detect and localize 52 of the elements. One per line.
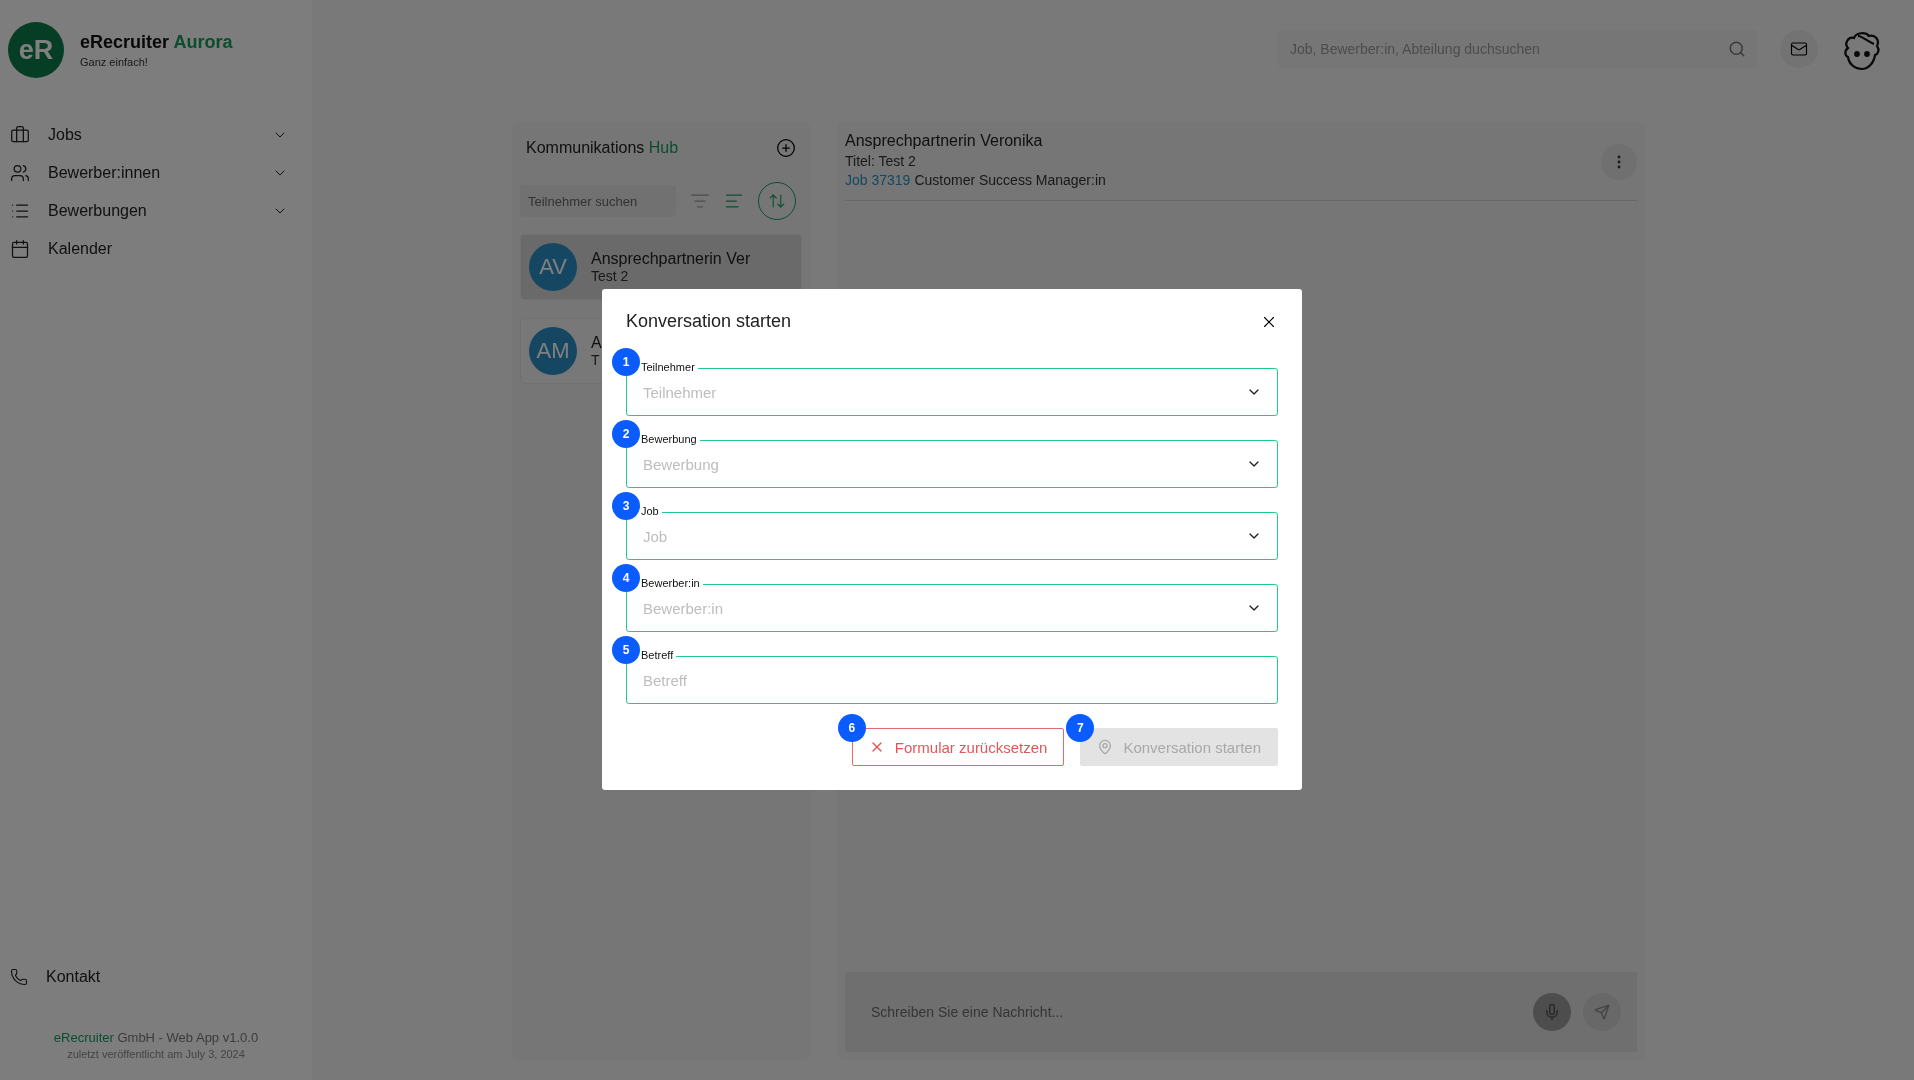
send-icon <box>1594 1004 1610 1020</box>
people-icon <box>10 163 30 183</box>
search-icon <box>1728 40 1746 58</box>
dialog-title: Konversation starten <box>626 311 792 332</box>
nav-item[interactable]: Jobs <box>0 116 312 154</box>
pin-icon <box>1097 739 1114 755</box>
logo: eR <box>8 22 64 78</box>
step-badge: 5 <box>612 636 640 664</box>
field-label: Bewerber:in <box>638 577 703 590</box>
contact-name: Ansprechpartnerin Veronika <box>845 132 1044 150</box>
conversation-subtitle: Test 2 <box>591 268 630 284</box>
send-button[interactable] <box>1583 993 1621 1031</box>
step-badge: 2 <box>612 420 640 448</box>
mail-icon <box>1790 40 1808 58</box>
chat-title: Titel: Test 2 <box>845 153 917 169</box>
message-field[interactable]: Schreiben Sie eine Nachricht... <box>869 1003 1521 1021</box>
phone-icon <box>10 968 28 986</box>
conversation-name: A <box>591 334 602 352</box>
step-badge: 7 <box>1066 714 1095 742</box>
field-label: Teilnehmer <box>638 361 698 374</box>
briefcase-icon <box>10 125 30 145</box>
microphone-button[interactable] <box>1533 993 1571 1031</box>
calendar-icon <box>10 239 30 259</box>
contact-link[interactable]: Kontakt <box>0 958 312 996</box>
plus-circle-icon <box>776 138 796 158</box>
microphone-icon <box>1543 1003 1561 1021</box>
up-down-arrows-icon <box>768 192 786 210</box>
step-badge: 3 <box>612 492 640 520</box>
step-badge: 6 <box>837 714 866 742</box>
add-button[interactable] <box>776 138 796 158</box>
more-icon <box>1617 155 1621 169</box>
more-button[interactable] <box>1601 144 1637 180</box>
avatar: AM <box>529 327 577 375</box>
field-label: Betreff <box>638 649 677 662</box>
field-label: Bewerbung <box>638 433 700 446</box>
conversation-subtitle: T <box>591 352 601 368</box>
hub-title: Kommunikations Hub <box>526 139 679 157</box>
step-badge: 1 <box>612 348 640 376</box>
conversation-name: Ansprechpartnerin Ver <box>591 250 751 268</box>
tagline: Ganz einfach! <box>80 56 149 68</box>
avatar: AV <box>529 243 577 291</box>
step-badge: 4 <box>612 564 640 592</box>
job-title: Customer Success Manager:in <box>914 172 1106 188</box>
nav-item[interactable]: Kalender <box>0 230 312 268</box>
app-name: eRecruiter Aurora <box>80 32 233 53</box>
footer-release: zuletzt veröffentlicht am July 3, 2024 <box>67 1048 245 1060</box>
nav-item[interactable]: Bewerber:innen <box>0 154 312 192</box>
footer-company: eRecruiter GmbH - Web App v1.0.0 <box>53 1030 259 1045</box>
mail-button[interactable] <box>1780 30 1818 68</box>
field-label: Job <box>638 505 662 518</box>
participant-search-field[interactable]: Teilnehmer suchen <box>520 185 676 217</box>
nav-item[interactable]: Bewerbungen <box>0 192 312 230</box>
